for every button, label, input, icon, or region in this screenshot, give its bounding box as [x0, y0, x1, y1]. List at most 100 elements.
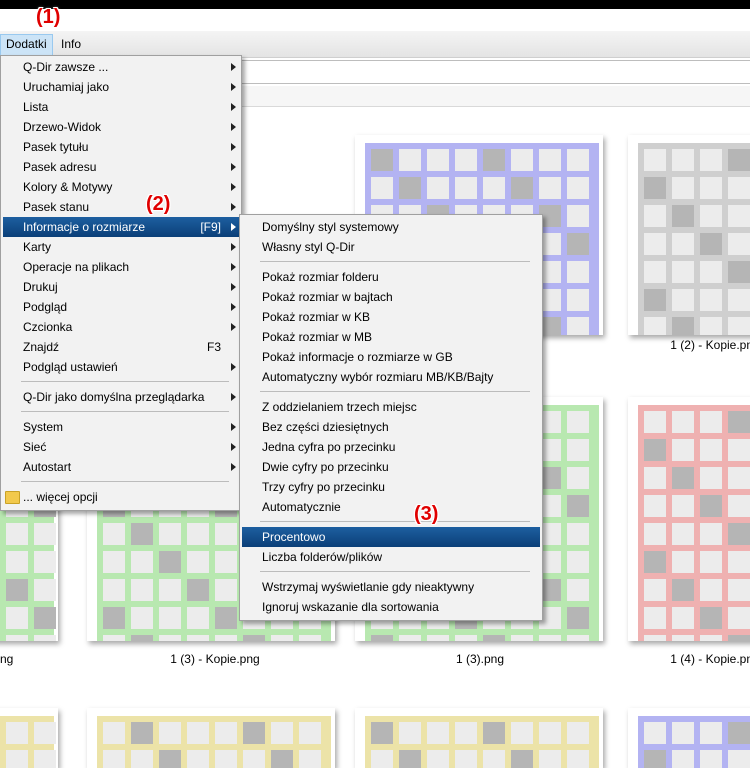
menu-item-label: Automatyczny wybór rozmiaru MB/KB/Bajty [262, 370, 494, 384]
submenu-arrow-icon [231, 243, 236, 251]
file-caption: 1 (4) - Kopie.png [670, 652, 750, 666]
annotation-3: (3) [414, 503, 439, 525]
menu-item[interactable]: Pokaż rozmiar w bajtach [242, 287, 540, 307]
menu-item[interactable]: Ignoruj wskazanie dla sortowania [242, 597, 540, 617]
menu-item[interactable]: Pasek tytułu [3, 137, 239, 157]
menu-item[interactable]: Liczba folderów/plików [242, 547, 540, 567]
menu-separator [260, 521, 530, 522]
menu-item[interactable]: Sieć [3, 437, 239, 457]
menu-item[interactable]: Autostart [3, 457, 239, 477]
menu-item-label: Bez części dziesiętnych [262, 420, 389, 434]
menu-item[interactable]: Operacje na plikach [3, 257, 239, 277]
menu-item-label: Pasek tytułu [23, 140, 89, 154]
file-thumbnail[interactable] [87, 708, 335, 768]
menu-item-label: Trzy cyfry po przecinku [262, 480, 385, 494]
menu-item-label: Podgląd ustawień [23, 360, 118, 374]
menu-separator [21, 381, 229, 382]
menu-item-label: Lista [23, 100, 49, 114]
file-thumbnail[interactable] [0, 708, 58, 768]
submenu-arrow-icon [231, 123, 236, 131]
menu-item[interactable]: Wstrzymaj wyświetlanie gdy nieaktywny [242, 577, 540, 597]
menu-item[interactable]: Pasek adresu [3, 157, 239, 177]
menu-item[interactable]: Drzewo-Widok [3, 117, 239, 137]
menu-item[interactable]: Drukuj [3, 277, 239, 297]
menu-item[interactable]: Podgląd ustawień [3, 357, 239, 377]
menu-info[interactable]: Info [56, 34, 86, 54]
menu-item[interactable]: Q-Dir jako domyślna przeglądarka [3, 387, 239, 407]
menu-item[interactable]: Pasek stanu [3, 197, 239, 217]
menu-item[interactable]: Dwie cyfry po przecinku [242, 457, 540, 477]
menu-item-label: Czcionka [23, 320, 73, 334]
dodatki-menu: Q-Dir zawsze ... Uruchamiaj jako Lista Drze… [0, 55, 242, 511]
menu-item-label: Liczba folderów/plików [262, 550, 383, 564]
file-caption: 1 (3).png [455, 652, 505, 666]
menu-item[interactable]: System [3, 417, 239, 437]
menu-item[interactable]: Automatyczny wybór rozmiaru MB/KB/Bajty [242, 367, 540, 387]
menu-separator [260, 261, 530, 262]
address-bar[interactable] [238, 60, 750, 84]
menu-item-label: Domyślny styl systemowy [262, 220, 399, 234]
menu-item-label: Wstrzymaj wyświetlanie gdy nieaktywny [262, 580, 475, 594]
menu-item-label: Procentowo [262, 530, 326, 544]
file-thumbnail[interactable] [628, 135, 750, 335]
menu-item-label: System [23, 420, 64, 434]
submenu-arrow-icon [231, 363, 236, 371]
menu-item[interactable]: Procentowo [242, 527, 540, 547]
menu-item[interactable]: Pokaż informacje o rozmiarze w GB [242, 347, 540, 367]
submenu-arrow-icon [231, 443, 236, 451]
menu-item-label: Q-Dir jako domyślna przeglądarka [23, 390, 205, 404]
menu-item[interactable]: Q-Dir zawsze ... [3, 57, 239, 77]
size-info-submenu: Domyślny styl systemowy Własny styl Q-Dir… [239, 214, 543, 621]
menu-item-label: Pasek stanu [23, 200, 90, 214]
menu-item[interactable]: Bez części dziesiętnych [242, 417, 540, 437]
menu-item[interactable]: Własny styl Q-Dir [242, 237, 540, 257]
menu-item-label: Autostart [23, 460, 72, 474]
menu-item[interactable]: Znajdź F3 [3, 337, 239, 357]
menu-item[interactable]: Informacje o rozmiarze [F9] [3, 217, 239, 237]
submenu-arrow-icon [231, 393, 236, 401]
menu-item[interactable]: Czcionka [3, 317, 239, 337]
submenu-arrow-icon [231, 103, 236, 111]
file-thumbnail[interactable] [628, 397, 750, 641]
menu-item-label: Znajdź [23, 340, 60, 354]
annotation-2: (2) [146, 193, 171, 215]
menu-item-shortcut: F3 [206, 340, 221, 354]
menu-separator [21, 481, 229, 482]
toolbar [238, 86, 750, 107]
submenu-arrow-icon [231, 63, 236, 71]
menu-item-label: Pokaż rozmiar w KB [262, 310, 371, 324]
menu-item[interactable]: Karty [3, 237, 239, 257]
menu-item[interactable]: Lista [3, 97, 239, 117]
menu-item-label: Drzewo-Widok [23, 120, 102, 134]
menu-item-label: Pokaż rozmiar w bajtach [262, 290, 393, 304]
menu-item-label: Własny styl Q-Dir [262, 240, 355, 254]
menu-item[interactable]: Uruchamiaj jako [3, 77, 239, 97]
file-thumbnail[interactable] [355, 708, 603, 768]
menu-item[interactable]: Z oddzielaniem trzech miejsc [242, 397, 540, 417]
menu-item[interactable]: Kolory & Motywy [3, 177, 239, 197]
menu-item-label: Ignoruj wskazanie dla sortowania [262, 600, 439, 614]
menu-item[interactable]: Trzy cyfry po przecinku [242, 477, 540, 497]
menu-item-label: Pokaż informacje o rozmiarze w GB [262, 350, 453, 364]
menu-separator [260, 571, 530, 572]
menu-item-label: Sieć [23, 440, 47, 454]
submenu-arrow-icon [231, 303, 236, 311]
menu-item[interactable]: Podgląd [3, 297, 239, 317]
submenu-arrow-icon [231, 423, 236, 431]
menu-item-label: Karty [23, 240, 52, 254]
submenu-arrow-icon [231, 323, 236, 331]
menu-item[interactable]: Pokaż rozmiar w MB [242, 327, 540, 347]
menu-item[interactable]: Pokaż rozmiar w KB [242, 307, 540, 327]
file-thumbnail[interactable] [628, 708, 750, 768]
menu-dodatki[interactable]: Dodatki [0, 34, 53, 56]
menu-item[interactable]: Automatycznie [242, 497, 540, 517]
menu-item[interactable]: Domyślny styl systemowy [242, 217, 540, 237]
menu-item-label: Pokaż rozmiar folderu [262, 270, 379, 284]
menu-item-label: Operacje na plikach [23, 260, 130, 274]
menu-item-label: Kolory & Motywy [23, 180, 113, 194]
submenu-arrow-icon [231, 83, 236, 91]
menu-item[interactable]: ... więcej opcji [3, 487, 239, 507]
menu-item[interactable]: Jedna cyfra po przecinku [242, 437, 540, 457]
menu-item[interactable]: Pokaż rozmiar folderu [242, 267, 540, 287]
submenu-arrow-icon [231, 223, 236, 231]
